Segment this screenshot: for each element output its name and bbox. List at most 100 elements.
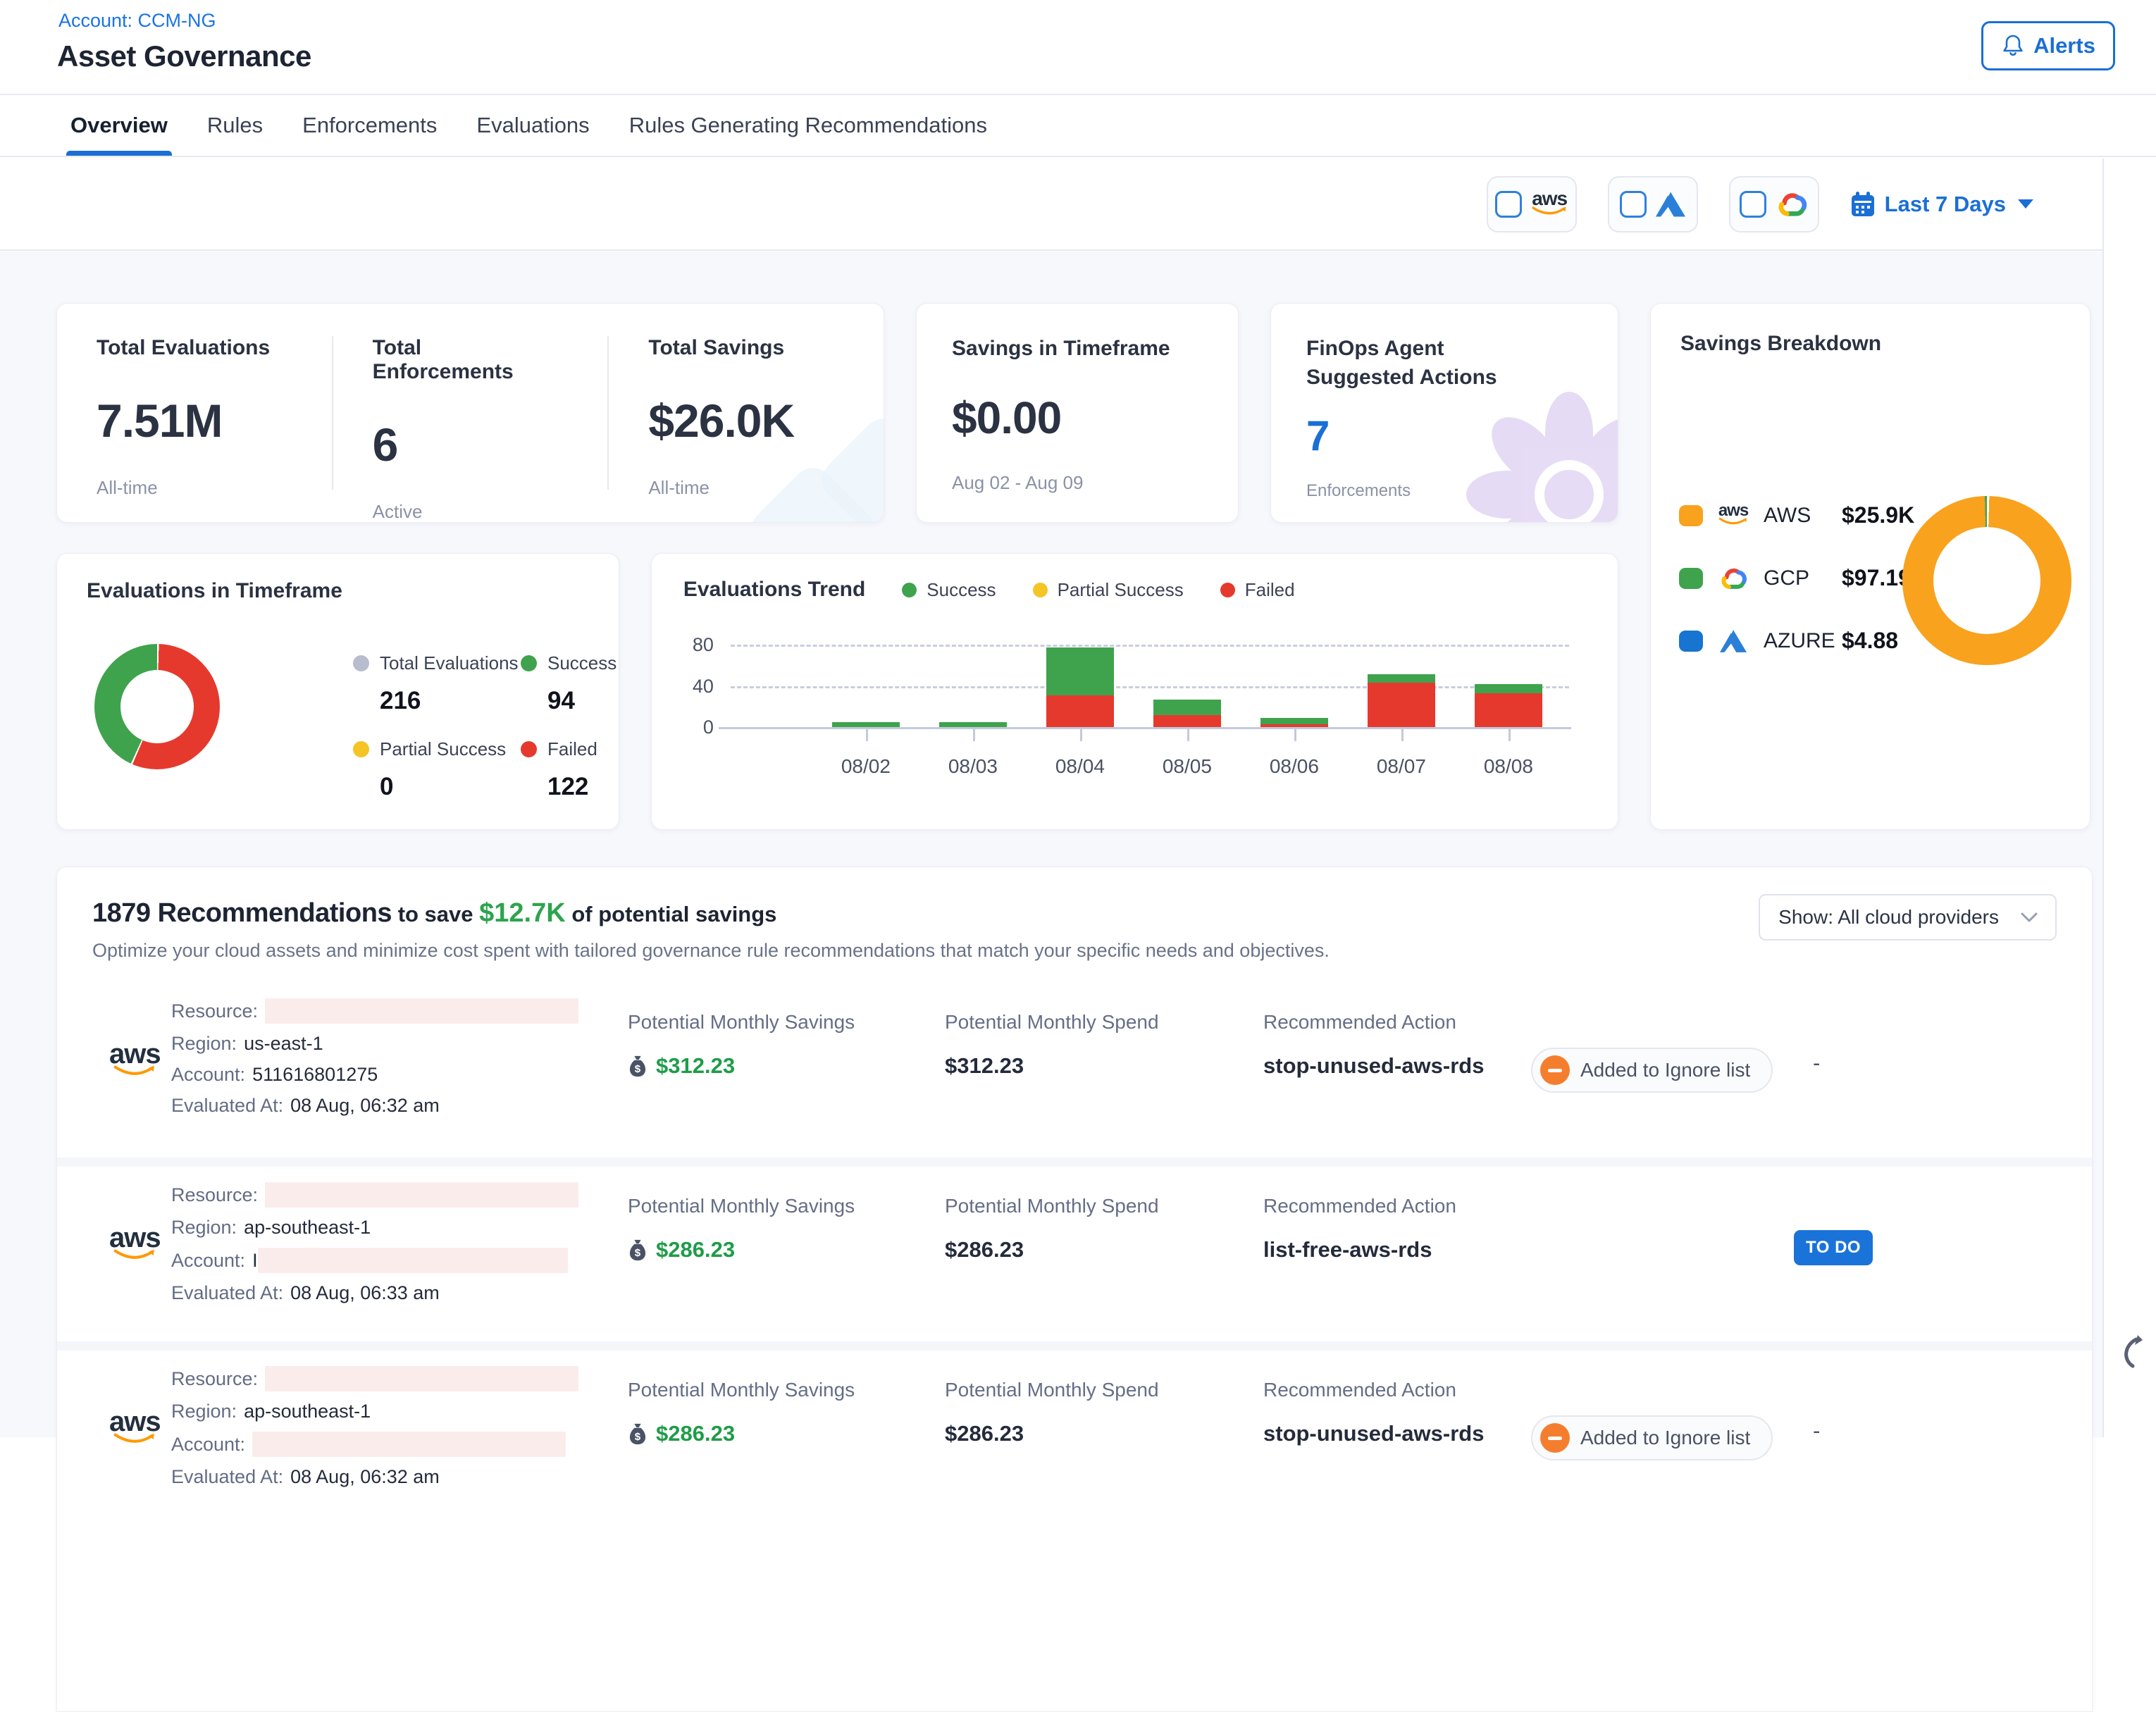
tab-overview[interactable]: Overview [70, 95, 168, 156]
recommendation-row[interactable]: aws Resource: Region:us-east-1 Account:5… [57, 983, 2092, 1158]
x-axis-label: 08/06 [1241, 755, 1348, 778]
date-range-picker[interactable]: Last 7 Days [1850, 191, 2033, 218]
filter-bar: aws Last 7 Days [0, 159, 2102, 251]
empty-status-dash: - [1813, 1418, 1820, 1444]
bell-icon [2001, 33, 2025, 58]
monthly-spend-column: Potential Monthly Spend $286.23 [945, 1379, 1159, 1446]
azure-swatch [1679, 631, 1703, 652]
stat-value: 6 [373, 418, 569, 471]
account-value: I [252, 1250, 258, 1272]
recommendation-row[interactable]: aws Resource: Region:ap-southeast-1 Acco… [57, 1351, 2092, 1525]
provider-filter-aws[interactable]: aws [1487, 176, 1577, 232]
redacted-resource [265, 998, 578, 1024]
legend-value: 216 [380, 687, 519, 715]
region-value: ap-southeast-1 [244, 1401, 371, 1422]
y-axis-label: 40 [671, 676, 714, 697]
x-axis-label: 08/08 [1455, 755, 1562, 778]
monthly-spend-column: Potential Monthly Spend $286.23 [945, 1195, 1159, 1263]
evaluated-label: Evaluated At: [171, 1282, 283, 1304]
stat-value: $26.0K [648, 394, 844, 447]
account-label: Account: [171, 1434, 245, 1456]
recommendations-header: 1879 Recommendations to save $12.7K of p… [57, 867, 2092, 983]
legend-value: $25.9K [1842, 502, 1914, 528]
card-title: Evaluations in Timeframe [87, 579, 342, 603]
evaluated-value: 08 Aug, 06:32 am [290, 1466, 440, 1488]
monthly-savings-column: Potential Monthly Savings $ $286.23 [628, 1195, 855, 1263]
tab-enforcements[interactable]: Enforcements [302, 95, 437, 156]
todo-status-badge[interactable]: TO DO [1794, 1230, 1873, 1265]
account-value: 511616801275 [252, 1064, 378, 1086]
spend-label: Potential Monthly Spend [945, 1195, 1159, 1217]
x-axis-label: 08/03 [919, 755, 1027, 778]
evaluated-label: Evaluated At: [171, 1466, 283, 1488]
provider-filter-azure[interactable] [1608, 176, 1698, 232]
page-header: Account: CCM-NG Asset Governance Alerts [0, 0, 2156, 95]
chevron-down-icon [2020, 912, 2038, 923]
azure-checkbox[interactable] [1620, 191, 1647, 218]
savings-value: $312.23 [656, 1053, 735, 1079]
x-axis-line [719, 727, 1571, 729]
legend-value: 122 [547, 773, 597, 801]
x-axis-label: 08/04 [1027, 755, 1134, 778]
trend-bar-08/06: 08/06 [1241, 554, 1348, 727]
gcp-checkbox[interactable] [1740, 191, 1766, 218]
trend-bar-08/02: 08/02 [812, 554, 919, 727]
x-axis-label: 08/07 [1348, 755, 1455, 778]
legend-failed: Failed 122 [521, 738, 597, 801]
card-label: Savings in Timeframe [952, 335, 1203, 364]
stat-caption: All-time [97, 477, 292, 499]
azure-icon [1715, 630, 1752, 652]
aws-swatch [1679, 505, 1703, 526]
legend-total-evaluations: Total Evaluations 216 [353, 652, 519, 715]
legend-value: $97.19 [1842, 565, 1911, 591]
provider-filter-gcp[interactable] [1729, 176, 1819, 232]
evaluations-trend-card: Evaluations Trend Success Partial Succes… [651, 553, 1618, 830]
resource-details: Resource: Region:ap-southeast-1 Account:… [171, 1366, 578, 1497]
savings-label: Potential Monthly Savings [628, 1195, 855, 1217]
savings-label: Potential Monthly Savings [628, 1011, 855, 1034]
cursor-icon [2115, 1334, 2145, 1377]
card-value: $0.00 [952, 392, 1203, 444]
date-range-label: Last 7 Days [1885, 192, 2006, 217]
evaluations-trend-chart: 80 40 0 08/0208/0308/0408/0508/0608/0708… [652, 554, 1618, 830]
alerts-button[interactable]: Alerts [1981, 21, 2115, 70]
legend-label: Success [547, 652, 617, 674]
caret-down-icon [2018, 199, 2033, 209]
legend-value: 94 [547, 687, 617, 715]
recommended-action-column: Recommended Action stop-unused-aws-rds [1263, 1379, 1484, 1446]
recommendations-count: 1879 Recommendations [92, 898, 392, 928]
cloud-provider-filter-dropdown[interactable]: Show: All cloud providers [1759, 894, 2057, 941]
spend-value: $286.23 [945, 1237, 1024, 1263]
added-to-ignore-list-badge[interactable]: Added to Ignore list [1531, 1415, 1773, 1460]
totals-card: Total Evaluations 7.51M All-time Total E… [56, 303, 884, 523]
savings-label: Potential Monthly Savings [628, 1379, 855, 1401]
finops-agent-card: FinOps Agent Suggested Actions 7 Enforce… [1270, 303, 1618, 523]
aws-checkbox[interactable] [1495, 191, 1522, 218]
monthly-savings-column: Potential Monthly Savings $ $286.23 [628, 1379, 855, 1446]
region-label: Region: [171, 1217, 237, 1239]
potential-savings-amount: $12.7K [479, 898, 566, 928]
partial-dot [353, 741, 369, 757]
legend-label: Partial Success [380, 738, 506, 760]
savings-breakdown-donut-chart [1902, 496, 2071, 665]
savings-breakdown-legend: aws AWS $25.9K [1679, 502, 1914, 654]
aws-icon: aws [109, 1411, 161, 1446]
legend-value: 0 [380, 773, 506, 801]
legend-success: Success 94 [521, 652, 617, 715]
region-value: ap-southeast-1 [244, 1217, 371, 1239]
recommendation-row[interactable]: aws Resource: Region:ap-southeast-1 Acco… [57, 1167, 2092, 1341]
total-dot [353, 655, 369, 671]
tab-evaluations[interactable]: Evaluations [476, 95, 589, 156]
tab-rules-generating-recommendations[interactable]: Rules Generating Recommendations [629, 95, 987, 156]
trend-bar-08/07: 08/07 [1348, 554, 1455, 727]
spend-value: $286.23 [945, 1421, 1024, 1446]
recommendations-subtitle: Optimize your cloud assets and minimize … [92, 940, 2057, 962]
resource-label: Resource: [171, 1368, 258, 1390]
tab-rules[interactable]: Rules [207, 95, 263, 156]
dropdown-value: Show: All cloud providers [1778, 906, 1999, 929]
added-to-ignore-list-badge[interactable]: Added to Ignore list [1531, 1048, 1773, 1093]
gcp-icon [1776, 191, 1808, 218]
x-axis-label: 08/02 [812, 755, 919, 778]
savings-breakdown-card: Savings Breakdown aws AWS $25.9K [1650, 303, 2090, 830]
account-breadcrumb-link[interactable]: Account: CCM-NG [58, 10, 216, 32]
